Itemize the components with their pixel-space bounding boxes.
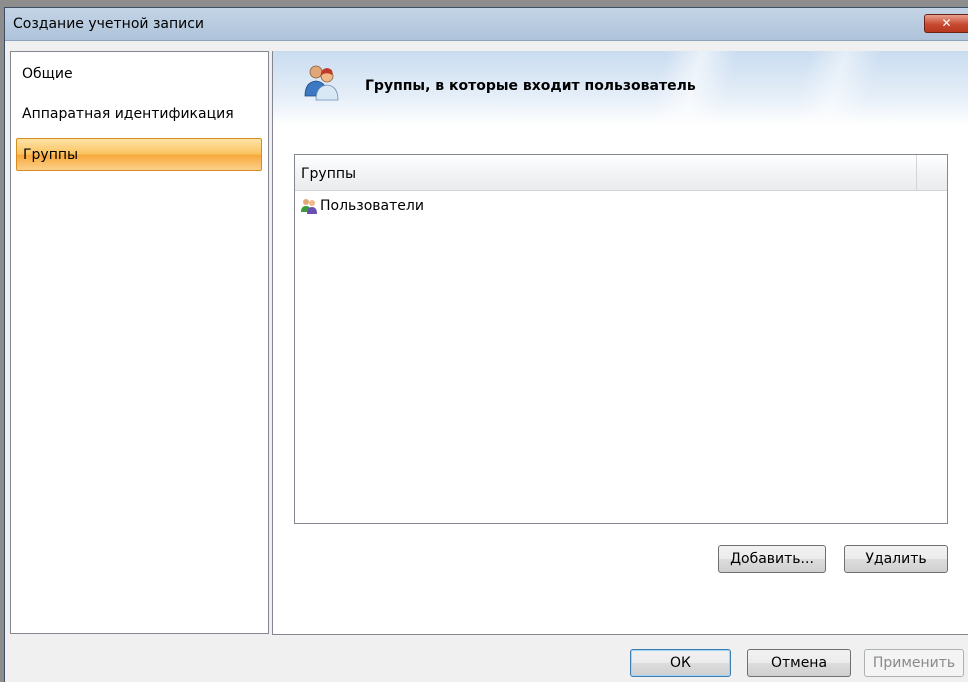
sidebar-nav: Общие Аппаратная идентификация Группы <box>10 51 269 634</box>
sidebar-item-label: Общие <box>22 66 73 82</box>
sidebar-item-label: Аппаратная идентификация <box>22 106 234 122</box>
close-icon: ✕ <box>941 16 952 30</box>
sidebar-item-label: Группы <box>23 147 79 163</box>
sidebar-item-general[interactable]: Общие <box>16 58 262 91</box>
list-item-label: Пользователи <box>320 198 424 214</box>
users-icon <box>304 65 339 101</box>
remove-group-button[interactable]: Удалить <box>844 545 948 573</box>
window-title: Создание учетной записи <box>13 16 205 32</box>
apply-button[interactable]: Применить <box>864 649 964 677</box>
section-title: Группы, в которые входит пользователь <box>365 78 696 94</box>
sidebar-item-hardware-id[interactable]: Аппаратная идентификация <box>16 98 262 131</box>
title-bar[interactable]: Создание учетной записи ✕ <box>5 8 968 41</box>
group-icon <box>301 199 317 214</box>
cancel-button[interactable]: Отмена <box>747 649 851 677</box>
section-banner: Группы, в которые входит пользователь <box>273 51 968 126</box>
account-dialog: Создание учетной записи ✕ Общие Аппаратн… <box>4 7 968 682</box>
main-panel: Группы, в которые входит пользователь Гр… <box>272 51 968 635</box>
groups-list[interactable]: Группы Пользователи <box>294 154 948 524</box>
close-button[interactable]: ✕ <box>924 14 968 33</box>
add-group-button[interactable]: Добавить... <box>718 545 826 573</box>
list-header: Группы <box>295 155 947 191</box>
column-header-label: Группы <box>301 166 357 182</box>
list-item[interactable]: Пользователи <box>300 196 424 216</box>
sidebar-item-groups[interactable]: Группы <box>16 138 262 171</box>
ok-button[interactable]: ОК <box>630 649 731 677</box>
column-header-groups[interactable]: Группы <box>295 155 917 190</box>
